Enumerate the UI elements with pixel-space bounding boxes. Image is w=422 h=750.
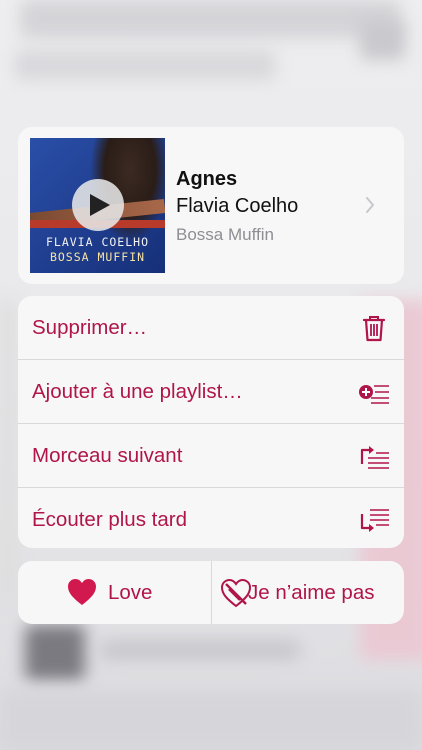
trash-icon	[362, 316, 386, 342]
heart-icon	[68, 579, 96, 605]
play-button[interactable]	[72, 179, 124, 231]
play-next-label: Morceau suivant	[32, 444, 183, 467]
add-to-playlist-icon	[359, 385, 389, 404]
album-artwork: FLAVIA COELHO BOSSA MUFFIN	[30, 138, 165, 273]
delete-label: Supprimer…	[32, 316, 148, 339]
song-title: Agnes	[176, 168, 238, 190]
song-header-card[interactable]: FLAVIA COELHO BOSSA MUFFIN Agnes Flavia …	[18, 127, 404, 284]
rating-bar: Love Je n’aime pas	[18, 561, 404, 624]
play-icon	[90, 194, 110, 216]
love-label: Love	[108, 581, 153, 604]
add-to-playlist-action[interactable]: Ajouter à une playlist…	[18, 360, 404, 423]
artist-name: Flavia Coelho	[176, 195, 299, 217]
actions-menu: Supprimer… Ajouter à une playlist… Morce…	[18, 296, 404, 548]
play-next-action[interactable]: Morceau suivant	[18, 424, 404, 487]
dislike-button[interactable]: Je n’aime pas	[212, 561, 404, 624]
chevron-right-icon[interactable]	[365, 197, 375, 213]
play-later-icon	[360, 509, 389, 532]
artwork-text-artist: FLAVIA COELHO	[45, 235, 149, 249]
play-later-action[interactable]: Écouter plus tard	[18, 488, 404, 548]
delete-action[interactable]: Supprimer…	[18, 296, 404, 359]
artwork-text-album: BOSSA MUFFIN	[49, 250, 146, 264]
play-next-icon	[360, 446, 389, 469]
love-button[interactable]: Love	[18, 561, 211, 624]
album-name: Bossa Muffin	[176, 225, 274, 244]
play-later-label: Écouter plus tard	[32, 508, 187, 531]
dislike-label: Je n’aime pas	[248, 581, 375, 604]
add-to-playlist-label: Ajouter à une playlist…	[32, 380, 243, 403]
